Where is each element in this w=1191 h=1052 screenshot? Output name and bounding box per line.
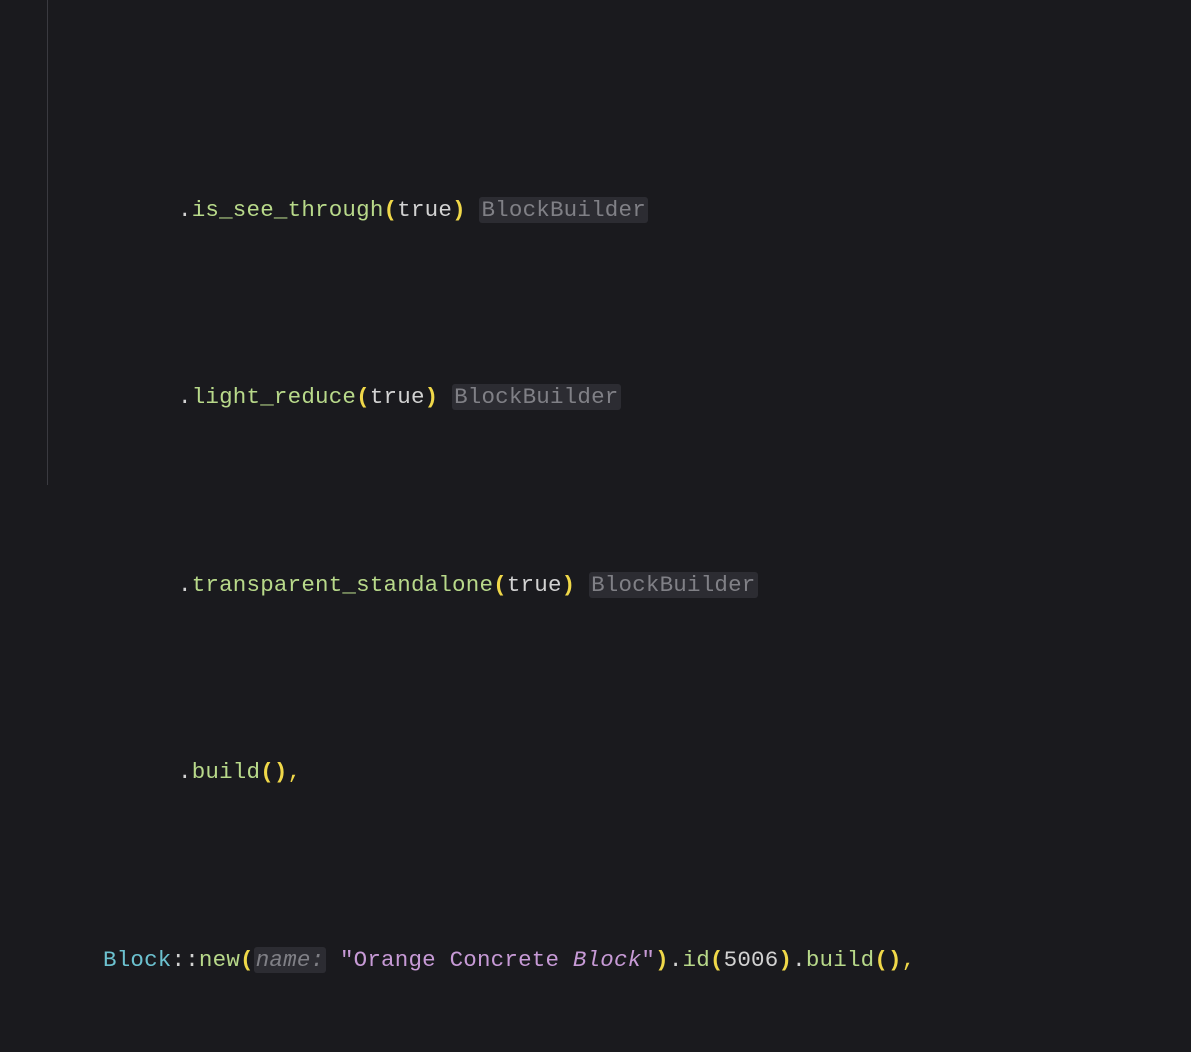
token-fn: build <box>806 947 875 973</box>
inlay-type-hint: BlockBuilder <box>479 197 647 223</box>
code-line[interactable]: Block::new(name: "Orange Concrete Block"… <box>0 942 1191 980</box>
inlay-param-hint: name: <box>254 947 327 973</box>
token-string: "Orange Concrete <box>340 947 573 973</box>
token-number: 5006 <box>724 947 779 973</box>
code-line[interactable]: .is_see_through(true) BlockBuilder <box>0 192 1191 230</box>
token-string: " <box>641 947 655 973</box>
token-struct: Block <box>103 947 172 973</box>
token-bool: true <box>397 197 452 223</box>
token-bool: true <box>370 384 425 410</box>
code-editor[interactable]: .is_see_through(true) BlockBuilder .ligh… <box>0 0 1191 1052</box>
token-fn: new <box>199 947 240 973</box>
token-method: light_reduce <box>192 384 356 410</box>
code-line[interactable]: .build(), <box>0 754 1191 792</box>
token-fn: id <box>683 947 710 973</box>
code-line[interactable]: .light_reduce(true) BlockBuilder <box>0 379 1191 417</box>
token-method: transparent_standalone <box>192 572 493 598</box>
inlay-type-hint: BlockBuilder <box>589 572 757 598</box>
token-bool: true <box>507 572 562 598</box>
token-method: is_see_through <box>192 197 384 223</box>
code-line[interactable]: .transparent_standalone(true) BlockBuild… <box>0 567 1191 605</box>
inlay-type-hint: BlockBuilder <box>452 384 620 410</box>
token-method: build <box>192 759 261 785</box>
token-string: Block <box>573 947 642 973</box>
